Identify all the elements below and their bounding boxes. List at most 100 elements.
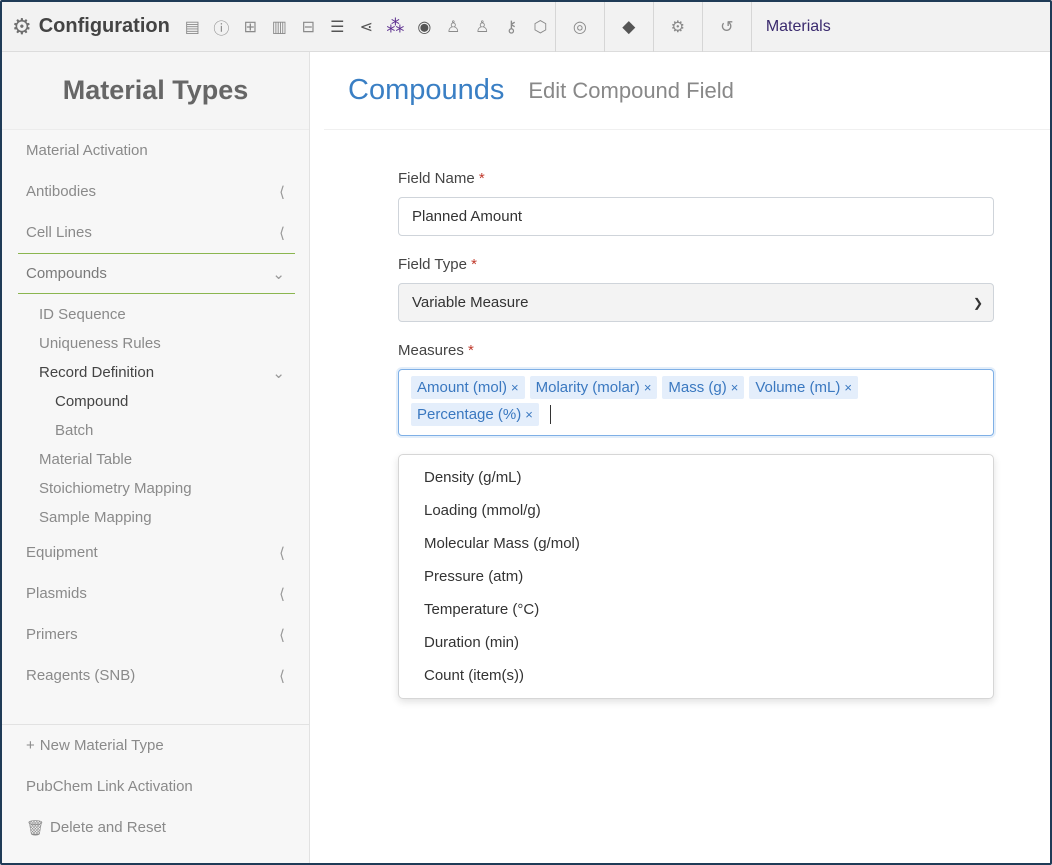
sidebar-subitem-label: Sample Mapping [39, 509, 152, 526]
sidebar-item-label: Compounds [26, 265, 107, 282]
tag-label: Mass (g) [668, 379, 727, 396]
user-icon[interactable]: ♙ [468, 2, 497, 52]
required-mark: * [471, 256, 477, 273]
share-icon[interactable]: ⋖ [352, 2, 381, 52]
sidebar-subitem-id-sequence[interactable]: ID Sequence [18, 300, 295, 329]
page-subtitle: Edit Compound Field [528, 77, 734, 103]
app-title: Configuration [38, 15, 170, 37]
chevron-left-icon: ⟨ [279, 544, 285, 562]
sidebar-item-cell-lines[interactable]: Cell Lines ⟨ [18, 212, 295, 253]
sidebar-item-plasmids[interactable]: Plasmids ⟨ [18, 573, 295, 614]
history-icon[interactable]: ↺ [703, 2, 751, 52]
required-mark: * [478, 170, 485, 187]
tag-remove-icon[interactable]: × [525, 407, 533, 422]
text-cursor [549, 405, 551, 424]
sidebar: Material Types Material Activation Antib… [2, 52, 310, 863]
field-type-group: Field Type * Variable Measure ❯ [398, 256, 994, 322]
measures-label: Measures * [398, 342, 994, 359]
molecule-icon[interactable]: ⁂ [381, 2, 410, 52]
sidebar-item-label: Cell Lines [26, 224, 92, 241]
measure-tag[interactable]: Volume (mL) × [749, 376, 858, 399]
dropdown-option[interactable]: Pressure (atm) [399, 560, 993, 593]
field-name-label-text: Field Name [398, 170, 475, 187]
settings-icon[interactable]: ⚙ [654, 2, 702, 52]
target-icon[interactable]: ◉ [410, 2, 439, 52]
pubchem-link-activation-button[interactable]: PubChem Link Activation [26, 766, 309, 807]
sidebar-subitem-stoichiometry-mapping[interactable]: Stoichiometry Mapping [18, 474, 295, 503]
dropdown-option[interactable]: Molecular Mass (g/mol) [399, 527, 993, 560]
sidebar-item-label: Antibodies [26, 183, 97, 200]
measures-dropdown: Density (g/mL) Loading (mmol/g) Molecula… [398, 454, 994, 699]
sidebar-subitem-label: Batch [55, 422, 94, 439]
new-material-type-button[interactable]: + New Material Type [26, 725, 309, 766]
dropdown-option[interactable]: Loading (mmol/g) [399, 494, 993, 527]
field-type-select[interactable]: Variable Measure ❯ [398, 283, 994, 322]
sidebar-item-antibodies[interactable]: Antibodies ⟨ [18, 171, 295, 212]
tag-icon[interactable]: ◆ [605, 2, 653, 52]
field-name-value: Planned Amount [412, 208, 523, 225]
tag-label: Volume (mL) [755, 379, 841, 396]
chevron-left-icon: ⟨ [279, 667, 285, 685]
sidebar-subitem-label: Uniqueness Rules [39, 335, 161, 352]
pubchem-label: PubChem Link Activation [26, 778, 193, 795]
sidebar-subitem-material-table[interactable]: Material Table [18, 445, 295, 474]
field-name-input[interactable]: Planned Amount [398, 197, 994, 236]
materials-link[interactable]: Materials [752, 2, 845, 52]
sidebar-subitem-batch[interactable]: Batch [18, 416, 295, 445]
dropdown-option[interactable]: Duration (min) [399, 626, 993, 659]
sidebar-item-material-activation[interactable]: Material Activation [18, 130, 295, 171]
toolbar-icons: ▤ ⓘ ⊞ ▥ ⊟ ☰ ⋖ ⁂ ◉ ♙ ♙ ⚷ ⬡ [178, 2, 555, 51]
table-icon[interactable]: ⊞ [236, 2, 265, 52]
measure-tag[interactable]: Percentage (%) × [411, 403, 539, 426]
chevron-left-icon: ⟨ [279, 224, 285, 242]
layout-icon[interactable]: ▤ [178, 2, 207, 52]
plus-icon: + [26, 737, 35, 754]
tag-label: Amount (mol) [417, 379, 508, 396]
cube-icon[interactable]: ⬡ [526, 2, 555, 52]
sidebar-subitem-sample-mapping[interactable]: Sample Mapping [18, 503, 295, 532]
tag-remove-icon[interactable]: × [844, 380, 852, 395]
measures-group: Measures * Amount (mol) × Molarity (molar… [398, 342, 994, 436]
delete-reset-label: Delete and Reset [50, 819, 166, 836]
sidebar-item-label: Reagents (SNB) [26, 667, 136, 684]
users-icon[interactable]: ♙ [439, 2, 468, 52]
sidebar-subitem-record-definition[interactable]: Record Definition ⌄ [18, 358, 295, 387]
measure-tag[interactable]: Amount (mol) × [411, 376, 525, 399]
sidebar-actions: + New Material Type PubChem Link Activat… [2, 724, 309, 848]
page-header: Compounds Edit Compound Field [324, 52, 1050, 130]
key-icon[interactable]: ⚷ [497, 2, 526, 52]
chevron-left-icon: ⟨ [279, 585, 285, 603]
tag-remove-icon[interactable]: × [511, 380, 519, 395]
document-icon[interactable]: ▥ [265, 2, 294, 52]
sidebar-item-primers[interactable]: Primers ⟨ [18, 614, 295, 655]
tag-remove-icon[interactable]: × [731, 380, 739, 395]
trash-icon: 🗑 [26, 819, 46, 837]
chevron-left-icon: ⟨ [279, 626, 285, 644]
tag-remove-icon[interactable]: × [644, 380, 652, 395]
sidebar-subitem-label: ID Sequence [39, 306, 126, 323]
measures-multiselect[interactable]: Amount (mol) × Molarity (molar) × Mass (g)… [398, 369, 994, 436]
grid-icon[interactable]: ⊟ [294, 2, 323, 52]
sidebar-subitem-uniqueness-rules[interactable]: Uniqueness Rules [18, 329, 295, 358]
field-type-value: Variable Measure [412, 294, 529, 311]
sidebar-item-equipment[interactable]: Equipment ⟨ [18, 532, 295, 573]
measure-tag[interactable]: Molarity (molar) × [529, 376, 658, 399]
database-icon[interactable]: ☰ [323, 2, 352, 52]
location-icon[interactable]: ◎ [556, 2, 604, 52]
sidebar-item-reagents[interactable]: Reagents (SNB) ⟨ [18, 655, 295, 696]
dropdown-option[interactable]: Count (item(s)) [399, 659, 993, 692]
tag-label: Molarity (molar) [535, 379, 640, 396]
sidebar-subitem-compound[interactable]: Compound [18, 387, 295, 416]
new-material-type-label: New Material Type [39, 737, 164, 754]
info-icon[interactable]: ⓘ [207, 2, 236, 52]
delete-reset-button[interactable]: 🗑 Delete and Reset [26, 807, 309, 848]
sidebar-item-compounds[interactable]: Compounds ⌄ [18, 253, 295, 294]
measure-tag[interactable]: Mass (g) × [662, 376, 745, 399]
brand[interactable]: ⚙ Configuration [2, 2, 178, 51]
field-type-label-text: Field Type [398, 256, 467, 273]
dropdown-option[interactable]: Density (g/mL) [399, 461, 993, 494]
chevron-down-icon: ⌄ [272, 364, 285, 382]
dropdown-option[interactable]: Temperature (°C) [399, 593, 993, 626]
sidebar-item-label: Equipment [26, 544, 98, 561]
sidebar-item-label: Primers [26, 626, 78, 643]
